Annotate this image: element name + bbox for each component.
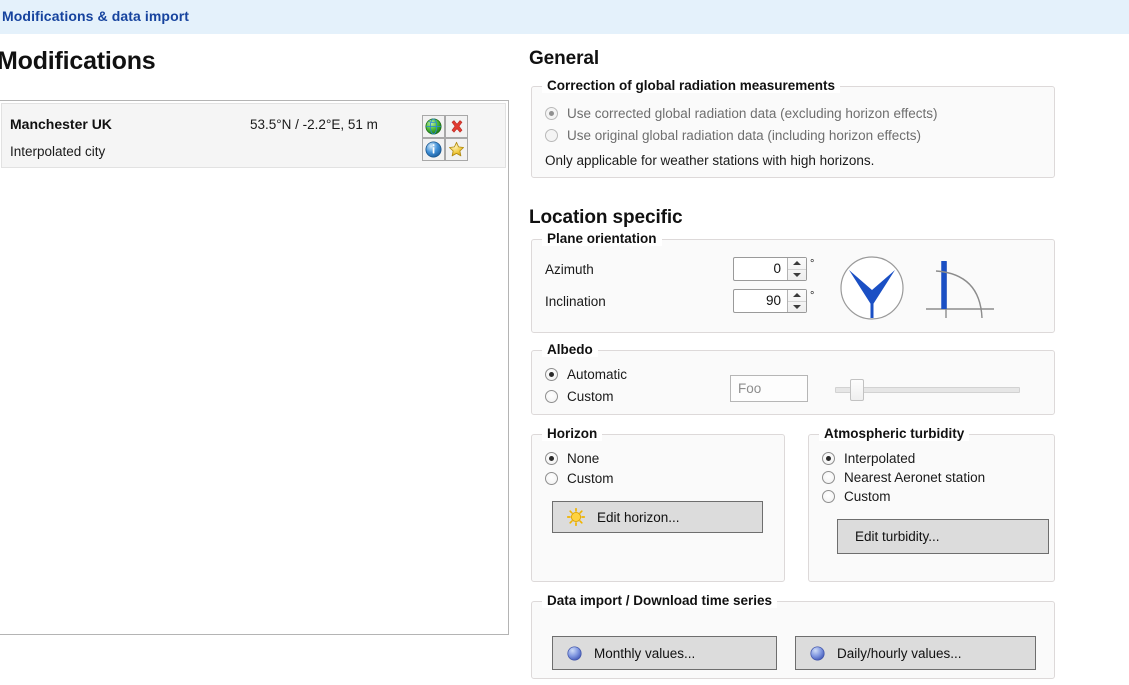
show-on-map-button[interactable]	[422, 115, 445, 138]
caret-up-icon	[793, 261, 801, 265]
radio-albedo-automatic[interactable]: Automatic	[545, 367, 627, 382]
sun-icon	[567, 508, 585, 526]
caret-down-icon	[793, 273, 801, 277]
radio-label: Use original global radiation data (incl…	[567, 128, 921, 143]
radio-label: None	[567, 451, 599, 466]
radio-use-original-radiation[interactable]: Use original global radiation data (incl…	[545, 128, 921, 143]
blue-sphere-icon	[567, 646, 582, 661]
inclination-angle-icon	[920, 252, 1004, 324]
radio-label: Custom	[567, 389, 614, 404]
albedo-slider[interactable]	[835, 387, 1020, 393]
radio-horizon-custom[interactable]: Custom	[545, 471, 614, 486]
edit-turbidity-label: Edit turbidity...	[855, 529, 940, 544]
albedo-group: Albedo Automatic Custom Foo	[531, 350, 1055, 415]
inclination-stepper[interactable]: 90	[733, 289, 807, 313]
horizon-title: Horizon	[542, 426, 602, 441]
radio-label: Automatic	[567, 367, 627, 382]
radio-turbidity-interpolated[interactable]: Interpolated	[822, 451, 915, 466]
monthly-values-label: Monthly values...	[594, 646, 695, 661]
azimuth-label: Azimuth	[545, 262, 594, 277]
radio-indicator	[545, 368, 558, 381]
radio-indicator	[822, 471, 835, 484]
albedo-slider-thumb[interactable]	[850, 379, 864, 401]
location-card[interactable]: Manchester UK 53.5°N / -2.2°E, 51 m Inte…	[1, 103, 506, 168]
albedo-title: Albedo	[542, 342, 598, 357]
radio-indicator	[545, 390, 558, 403]
atmospheric-turbidity-title: Atmospheric turbidity	[819, 426, 969, 441]
inclination-unit: °	[810, 290, 814, 302]
daily-hourly-values-button[interactable]: Daily/hourly values...	[795, 636, 1036, 670]
location-info-button[interactable]	[422, 138, 445, 161]
azimuth-decrement-button[interactable]	[788, 270, 806, 281]
location-name: Manchester UK	[10, 116, 112, 132]
inclination-increment-button[interactable]	[788, 290, 806, 302]
modifications-heading: Modifications	[0, 47, 156, 76]
general-heading: General	[529, 48, 599, 70]
radio-albedo-custom[interactable]: Custom	[545, 389, 614, 404]
page-title: Modifications & data import	[2, 8, 189, 24]
edit-turbidity-button[interactable]: Edit turbidity...	[837, 519, 1049, 554]
albedo-input-placeholder: Foo	[738, 381, 761, 396]
location-actions	[422, 115, 468, 161]
radio-turbidity-custom[interactable]: Custom	[822, 489, 891, 504]
globe-icon	[425, 118, 442, 135]
horizon-group: Horizon None Custom Edit	[531, 434, 785, 582]
blue-sphere-icon	[810, 646, 825, 661]
azimuth-value[interactable]: 0	[734, 258, 787, 280]
global-radiation-hint: Only applicable for weather stations wit…	[545, 153, 874, 168]
radio-indicator	[545, 452, 558, 465]
data-import-title: Data import / Download time series	[542, 593, 777, 608]
daily-hourly-values-label: Daily/hourly values...	[837, 646, 962, 661]
atmospheric-turbidity-group: Atmospheric turbidity Interpolated Neare…	[808, 434, 1055, 582]
radio-indicator	[822, 490, 835, 503]
edit-horizon-button[interactable]: Edit horizon...	[552, 501, 763, 533]
radio-label: Use corrected global radiation data (exc…	[567, 106, 937, 121]
inclination-spin-buttons[interactable]	[787, 290, 806, 312]
location-list: Manchester UK 53.5°N / -2.2°E, 51 m Inte…	[0, 100, 509, 635]
azimuth-unit: °	[810, 258, 814, 270]
radio-label: Custom	[567, 471, 614, 486]
location-coordinates: 53.5°N / -2.2°E, 51 m	[250, 117, 378, 132]
radio-indicator	[822, 452, 835, 465]
inclination-label: Inclination	[545, 294, 606, 309]
radio-indicator	[545, 129, 558, 142]
radio-indicator	[545, 107, 558, 120]
azimuth-spin-buttons[interactable]	[787, 258, 806, 280]
radio-horizon-none[interactable]: None	[545, 451, 599, 466]
caret-down-icon	[793, 305, 801, 309]
radio-turbidity-nearest-aeronet[interactable]: Nearest Aeronet station	[822, 470, 985, 485]
favorite-button[interactable]	[445, 138, 468, 161]
edit-horizon-label: Edit horizon...	[597, 510, 680, 525]
global-radiation-correction-group: Correction of global radiation measureme…	[531, 86, 1055, 178]
radio-label: Custom	[844, 489, 891, 504]
plane-orientation-group: Plane orientation Azimuth 0 ° Inclinatio…	[531, 239, 1055, 333]
inclination-value[interactable]: 90	[734, 290, 787, 312]
settings-panel: General Correction of global radiation m…	[512, 34, 1129, 685]
caret-up-icon	[793, 293, 801, 297]
location-specific-heading: Location specific	[529, 207, 683, 229]
radio-use-corrected-radiation[interactable]: Use corrected global radiation data (exc…	[545, 106, 937, 121]
plane-orientation-title: Plane orientation	[542, 231, 662, 246]
global-radiation-correction-title: Correction of global radiation measureme…	[542, 78, 840, 93]
azimuth-compass-icon	[835, 252, 909, 324]
radio-indicator	[545, 472, 558, 485]
radio-label: Interpolated	[844, 451, 915, 466]
modifications-panel: Modifications Manchester UK 53.5°N / -2.…	[0, 34, 512, 685]
favorite-star-icon	[448, 141, 465, 158]
albedo-value-input[interactable]: Foo	[730, 375, 808, 402]
radio-label: Nearest Aeronet station	[844, 470, 985, 485]
location-subtitle: Interpolated city	[10, 144, 105, 159]
delete-location-button[interactable]	[445, 115, 468, 138]
monthly-values-button[interactable]: Monthly values...	[552, 636, 777, 670]
data-import-group: Data import / Download time series Month…	[531, 601, 1055, 679]
info-icon	[425, 141, 442, 158]
page-header-bar: Modifications & data import	[0, 0, 1129, 34]
azimuth-increment-button[interactable]	[788, 258, 806, 270]
azimuth-stepper[interactable]: 0	[733, 257, 807, 281]
delete-x-icon	[449, 119, 465, 135]
inclination-decrement-button[interactable]	[788, 302, 806, 313]
